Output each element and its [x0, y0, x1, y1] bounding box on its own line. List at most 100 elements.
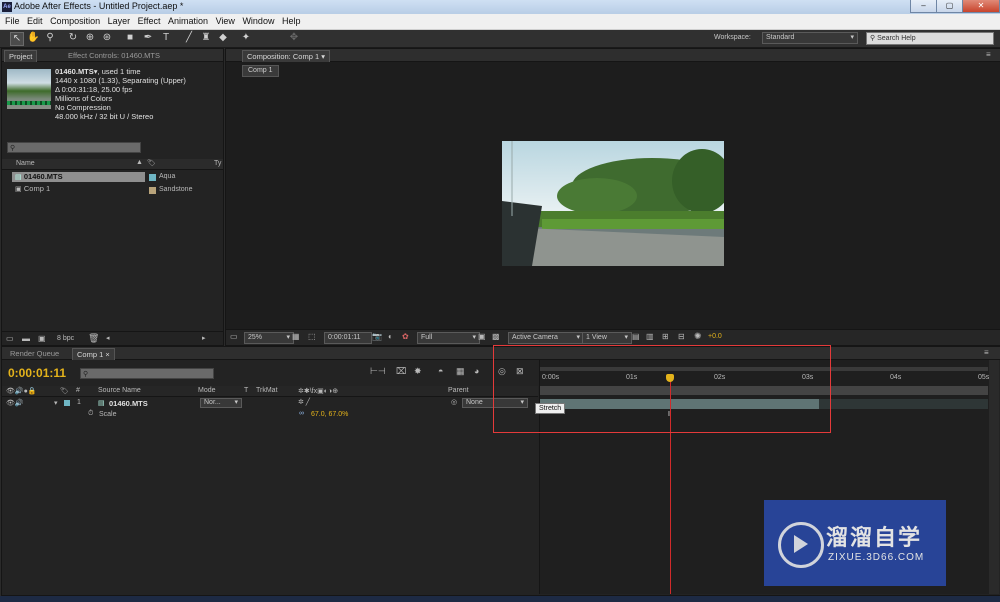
quality-switch-icon[interactable]: ✲ ╱ [298, 398, 310, 406]
minimize-button[interactable]: – [910, 0, 937, 13]
flowchart-icon[interactable]: ⊟ [678, 332, 685, 341]
timeline-search-input[interactable]: ⚲ [80, 368, 214, 379]
constrain-proportions-icon[interactable]: ∞ [299, 410, 304, 417]
camera-tool-icon[interactable]: ⊕ [84, 32, 96, 44]
tab-comp[interactable]: Comp 1 × [72, 348, 115, 360]
label-tag-icon: 🏷 [147, 160, 156, 167]
menu-view[interactable]: View [216, 16, 235, 26]
resolution-dropdown[interactable]: Full ▾ [417, 332, 480, 344]
panel-menu-icon[interactable]: ≡ [986, 50, 991, 59]
maximize-button[interactable]: ▢ [936, 0, 963, 13]
hand-tool-icon[interactable]: ✋ [27, 32, 39, 44]
comp-mini-flowchart-icon[interactable]: ⊢⊣ [370, 366, 386, 377]
puppet-pin-tool-icon[interactable]: ✦ [240, 32, 252, 44]
column-t[interactable]: T [244, 387, 248, 394]
current-time-indicator-display[interactable]: 0:00:01:11 [8, 366, 66, 380]
column-parent[interactable]: Parent [448, 387, 469, 394]
tab-composition[interactable]: Composition: Comp 1 ▾ [242, 50, 330, 62]
eraser-tool-icon[interactable]: ◆ [217, 32, 229, 44]
blend-mode-dropdown[interactable]: Nor... ▾ [200, 398, 242, 408]
clone-stamp-tool-icon[interactable]: ♜ [200, 32, 212, 44]
draft-3d-icon[interactable]: ✸ [414, 366, 422, 377]
menu-layer[interactable]: Layer [108, 16, 131, 26]
column-name[interactable]: Name [16, 160, 35, 167]
brush-tool-icon[interactable]: ╱ [183, 32, 195, 44]
close-button[interactable]: ✕ [962, 0, 1000, 13]
exposure-icon[interactable]: ✺ [694, 331, 702, 342]
project-search-input[interactable]: ⚲ [7, 142, 141, 153]
footage-line5: 48.000 kHz / 32 bit U / Stereo [55, 112, 154, 121]
pan-behind-tool-icon[interactable]: ⊛ [101, 32, 113, 44]
tab-project[interactable]: Project [4, 50, 38, 62]
camera-dropdown[interactable]: Active Camera ▾ [508, 332, 584, 344]
menu-edit[interactable]: Edit [27, 16, 43, 26]
layer-name[interactable]: 01460.MTS [109, 399, 148, 408]
tab-render-queue[interactable]: Render Queue [6, 348, 63, 359]
column-mode[interactable]: Mode [198, 387, 216, 394]
menu-file[interactable]: File [5, 16, 20, 26]
menu-help[interactable]: Help [282, 16, 301, 26]
column-type[interactable]: Ty [214, 160, 221, 167]
menu-bar: File Edit Composition Layer Effect Anima… [0, 14, 1000, 30]
layer-label-swatch[interactable] [64, 400, 70, 406]
exposure-value[interactable]: +0.0 [708, 333, 722, 340]
region-of-interest-icon[interactable]: ▣ [478, 332, 486, 341]
channel-icon[interactable]: ✿ [402, 332, 409, 341]
grid-icon[interactable]: ▦ [292, 332, 300, 341]
rotation-tool-icon[interactable]: ↻ [67, 32, 79, 44]
fast-previews-icon[interactable]: ▥ [646, 332, 654, 341]
frame-blending-icon[interactable]: ▦ [456, 366, 465, 377]
column-source-name[interactable]: Source Name [98, 387, 141, 394]
zoom-tool-icon[interactable]: ⚲ [44, 32, 56, 44]
new-composition-icon[interactable]: ▣ [38, 334, 46, 343]
timeline-scrollbar[interactable] [989, 360, 999, 594]
show-snapshot-icon[interactable]: ◐ [388, 332, 393, 341]
twirl-down-icon[interactable]: ▾ [54, 399, 58, 407]
transparency-grid-icon[interactable]: ▩ [492, 332, 500, 341]
tab-effect-controls[interactable]: Effect Controls: 01460.MTS [64, 50, 164, 61]
motion-blur-icon[interactable]: ◕ [474, 366, 479, 376]
trash-icon[interactable]: 🗑 [88, 333, 99, 344]
composition-viewer-frame[interactable] [502, 141, 724, 266]
watermark-url: ZIXUE.3D66.COM [828, 552, 925, 563]
stopwatch-icon[interactable]: ⏱ [88, 410, 93, 418]
project-item-row-selected[interactable]: ▤ 01460.MTS [12, 172, 145, 182]
property-row-scale[interactable]: ⏱ Scale ∞ 67.0, 67.0% [2, 410, 538, 421]
timeline-icon[interactable]: ⊞ [662, 332, 669, 341]
views-dropdown[interactable]: 1 View ▾ [582, 332, 632, 344]
selection-tool-icon[interactable]: ↖ [10, 32, 24, 46]
menu-window[interactable]: Window [242, 16, 274, 26]
menu-animation[interactable]: Animation [168, 16, 208, 26]
layer-row[interactable]: 👁🔊 ▾ 1 ▤ 01460.MTS Nor... ▾ ✲ ╱ ◎ None ▾ [2, 398, 538, 409]
scroll-right-icon[interactable]: ▸ [202, 334, 206, 342]
snapshot-icon[interactable]: 📷 [372, 332, 382, 341]
pen-tool-icon[interactable]: ✒ [142, 32, 154, 44]
magnification-dropdown[interactable]: 25% ▾ [244, 332, 294, 344]
column-trkmat[interactable]: TrkMat [256, 387, 278, 394]
highlight-annotation-box [493, 345, 831, 433]
project-item-row[interactable]: ▣ Comp 1 [12, 184, 145, 194]
tools-panel: ↖ ✋ ⚲ ↻ ⊕ ⊛ ■ ✒ T ╱ ♜ ◆ ✦ ✥ Workspace: S… [0, 30, 1000, 48]
comp-nav-tab[interactable]: Comp 1 [242, 65, 279, 77]
menu-composition[interactable]: Composition [50, 16, 100, 26]
current-time-display[interactable]: 0:00:01:11 [324, 332, 372, 344]
pick-whip-icon[interactable]: ◎ [451, 398, 457, 406]
label-swatch-sandstone [149, 187, 156, 194]
menu-effect[interactable]: Effect [138, 16, 161, 26]
workspace-dropdown[interactable]: Standard ▾ [762, 32, 858, 44]
bit-depth[interactable]: 8 bpc [57, 335, 74, 342]
hide-shy-layers-icon[interactable]: ◓ [438, 366, 443, 376]
toggle-pixel-aspect-icon[interactable]: ▤ [632, 332, 640, 341]
mask-icon[interactable]: ⬚ [308, 332, 316, 341]
scroll-left-icon[interactable]: ◂ [106, 334, 110, 342]
search-help-input[interactable]: ⚲ Search Help [866, 32, 994, 45]
rectangle-tool-icon[interactable]: ■ [124, 32, 136, 44]
video-eye-icon[interactable]: 👁🔊 [6, 399, 24, 407]
preview-icon[interactable]: ▭ [230, 332, 238, 341]
live-update-icon[interactable]: ⌧ [396, 366, 406, 377]
panel-menu-icon[interactable]: ≡ [984, 348, 989, 357]
interpret-footage-icon[interactable]: ▭ [6, 334, 14, 343]
type-tool-icon[interactable]: T [160, 32, 172, 44]
new-folder-icon[interactable]: ▬ [22, 334, 30, 343]
scale-value[interactable]: 67.0, 67.0% [311, 411, 348, 418]
